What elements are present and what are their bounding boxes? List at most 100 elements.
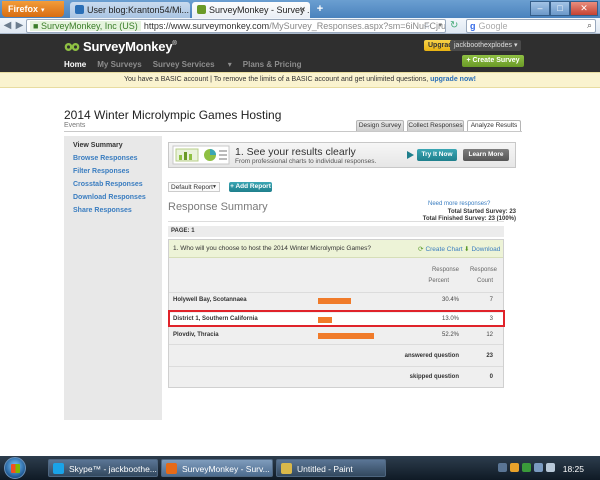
chevron-down-icon: ▼ — [212, 184, 217, 190]
tray-arrow-icon[interactable] — [498, 463, 507, 472]
response-count: 12 — [486, 332, 493, 338]
response-bar — [318, 333, 375, 339]
skipped-question-row: skipped question 0 — [169, 372, 503, 384]
history-dropdown-icon[interactable]: ▾ — [438, 21, 442, 29]
analyze-sidebar: View Summary Browse Responses Filter Res… — [64, 136, 162, 420]
surveymonkey-logo[interactable]: SurveyMonkey® — [64, 39, 177, 54]
user-menu[interactable]: jackboothexplodes ▾ — [450, 40, 522, 51]
nav-plans-pricing[interactable]: Plans & Pricing — [243, 60, 302, 69]
forward-button[interactable]: ▶ — [13, 20, 26, 32]
close-tab-icon[interactable]: ✕ — [299, 5, 306, 14]
page-label: PAGE: 1 — [168, 226, 504, 237]
windows-logo-icon — [11, 464, 20, 473]
download-link[interactable]: ⬇ Download — [464, 245, 500, 253]
browser-tab-surveymonkey[interactable]: SurveyMonkey - Survey ... ✕ — [192, 2, 310, 18]
system-tray: 18:25 — [494, 459, 600, 477]
paint-icon — [281, 463, 292, 474]
refresh-chart-icon: ⟳ — [418, 246, 424, 253]
page-subtitle: Events — [64, 122, 86, 129]
sidebar-item-view-summary[interactable]: View Summary — [73, 142, 162, 149]
answered-count: 23 — [486, 353, 493, 359]
response-summary-heading: Response Summary — [168, 201, 268, 213]
browser-tab-user-blog[interactable]: User blog:Kranton54/Mi... — [70, 2, 190, 18]
charts-illustration-icon — [172, 145, 230, 165]
skipped-label: skipped question — [409, 374, 459, 380]
window-controls: – □ ✕ — [530, 1, 598, 16]
wikia-favicon-icon — [75, 5, 84, 14]
search-box[interactable]: g Google ⌕ — [466, 19, 596, 33]
divider — [169, 292, 503, 293]
reload-icon[interactable]: ↻ — [450, 20, 458, 31]
arrow-right-icon — [407, 151, 414, 159]
taskbar-item-firefox[interactable]: SurveyMonkey - Surv... — [161, 459, 273, 477]
col-header-percent-2: Percent — [428, 278, 449, 284]
nav-survey-services[interactable]: Survey Services ▾ — [153, 60, 232, 69]
firefox-menu-button[interactable]: Firefox ▾ — [2, 1, 64, 17]
tab-underline — [64, 131, 522, 132]
response-label: Plovdiv, Thracia — [173, 332, 219, 338]
tab-collect-responses[interactable]: Collect Responses — [407, 120, 464, 131]
tray-shield-icon[interactable] — [522, 463, 531, 472]
download-arrow-icon: ⬇ — [464, 246, 470, 253]
divider — [168, 221, 504, 222]
col-header-count-2: Count — [476, 278, 493, 284]
need-more-responses-link[interactable]: Need more responses? — [428, 201, 490, 207]
add-report-button[interactable]: + Add Report — [229, 182, 272, 192]
sidebar-item-crosstab-responses[interactable]: Crosstab Responses — [73, 181, 162, 188]
response-bar — [318, 298, 351, 304]
start-button[interactable] — [4, 457, 26, 479]
clock[interactable]: 18:25 — [563, 464, 584, 474]
sidebar-item-filter-responses[interactable]: Filter Responses — [73, 168, 162, 175]
chevron-down-icon: ▾ — [41, 7, 45, 14]
taskbar-item-skype[interactable]: Skype™ - jackboothe... — [48, 459, 158, 477]
tray-app-icon[interactable] — [510, 463, 519, 472]
close-window-button[interactable]: ✕ — [570, 1, 598, 16]
url-host: https://www.surveymonkey.com — [143, 21, 270, 31]
network-icon[interactable] — [534, 463, 543, 472]
col-header-count-1: Response — [469, 267, 497, 273]
question-header: 1. Who will you choose to host the 2014 … — [169, 240, 503, 258]
windows-taskbar: Skype™ - jackboothe... SurveyMonkey - Su… — [0, 456, 600, 480]
main-nav: Home My Surveys Survey Services ▾ Plans … — [64, 60, 312, 69]
promo-title: 1. See your results clearly — [235, 146, 356, 158]
volume-icon[interactable] — [546, 463, 555, 472]
tab-design-survey[interactable]: Design Survey — [356, 120, 404, 131]
try-it-now-button[interactable]: Try It Now — [417, 149, 457, 161]
skipped-count: 0 — [489, 374, 493, 380]
url-bar[interactable]: ■ SurveyMonkey, Inc (US) https://www.surv… — [26, 19, 446, 33]
site-identity-badge[interactable]: ■ SurveyMonkey, Inc (US) — [30, 21, 141, 31]
response-percent: 52.2% — [441, 332, 459, 338]
new-tab-button[interactable]: + — [312, 3, 328, 17]
url-path: /MySurvey_Responses.aspx?sm=6iNuFCjru — [269, 21, 446, 31]
sidebar-item-browse-responses[interactable]: Browse Responses — [73, 155, 162, 162]
chevron-down-icon: ▾ — [513, 42, 518, 49]
learn-more-button[interactable]: Learn More — [463, 149, 509, 161]
surveymonkey-favicon-icon — [197, 5, 206, 14]
nav-home[interactable]: Home — [64, 60, 86, 69]
upgrade-now-link[interactable]: upgrade now! — [430, 76, 476, 83]
maximize-button[interactable]: □ — [550, 1, 570, 16]
divider — [169, 366, 503, 367]
skype-icon — [53, 463, 64, 474]
response-percent: 30.4% — [441, 297, 459, 303]
create-chart-link[interactable]: ⟳ Create Chart — [418, 245, 463, 253]
google-icon: g — [470, 21, 476, 31]
total-started-text: Total Started Survey: 23 — [447, 209, 516, 215]
sidebar-item-share-responses[interactable]: Share Responses — [73, 207, 162, 214]
firefox-icon — [166, 463, 177, 474]
bookmark-star-icon[interactable]: ☆ — [423, 21, 431, 32]
minimize-button[interactable]: – — [530, 1, 550, 16]
taskbar-item-paint[interactable]: Untitled - Paint — [276, 459, 386, 477]
nav-my-surveys[interactable]: My Surveys — [97, 60, 141, 69]
browser-nav-bar: ◀ ▶ ■ SurveyMonkey, Inc (US) https://www.… — [0, 18, 600, 34]
browser-tab-bar: Firefox ▾ User blog:Kranton54/Mi... Surve… — [0, 0, 600, 18]
sidebar-item-download-responses[interactable]: Download Responses — [73, 194, 162, 201]
search-icon[interactable]: ⌕ — [587, 20, 592, 31]
response-row: Plovdiv, Thracia 52.2% 12 — [169, 329, 503, 343]
report-select[interactable]: Default Report ▼ — [168, 182, 220, 192]
col-header-percent-1: Response — [431, 267, 459, 273]
highlight-box — [168, 310, 505, 327]
basic-account-banner: You have a BASIC account | To remove the… — [0, 72, 600, 88]
create-survey-button[interactable]: + Create Survey — [462, 55, 524, 67]
monkey-logo-icon — [64, 42, 80, 51]
